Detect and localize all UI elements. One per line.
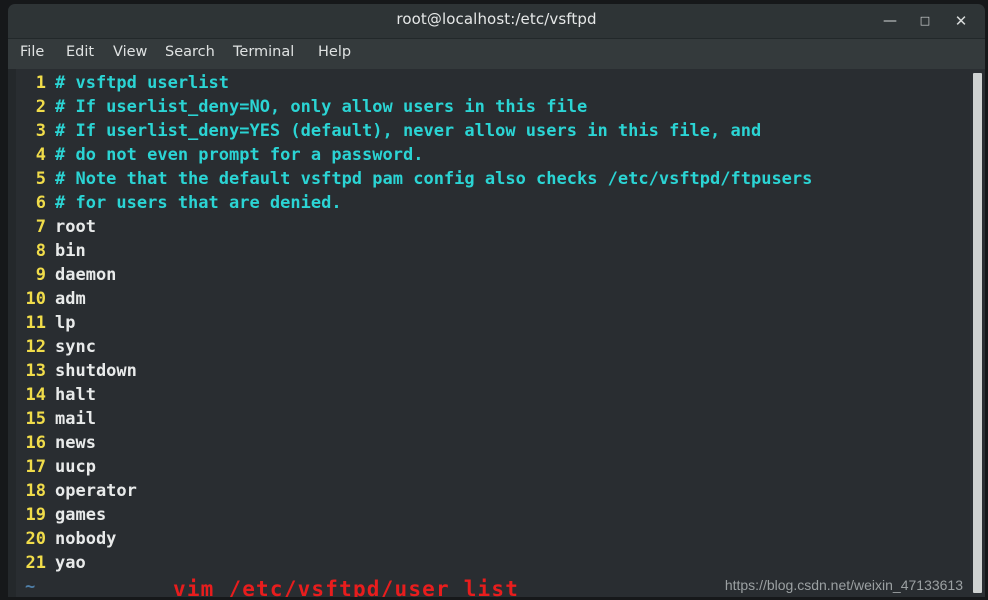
line-text: bin (55, 241, 86, 261)
editor-line: 6 # for users that are denied. (16, 191, 969, 215)
maximize-icon[interactable]: □ (914, 10, 936, 32)
line-number: 21 (25, 553, 46, 573)
editor-line: 19 games (16, 503, 969, 527)
editor-line: 21 yao (16, 551, 969, 575)
line-number: 5 (35, 169, 46, 189)
line-number: 12 (25, 337, 46, 357)
empty-line-marker: ~ (25, 577, 36, 597)
line-text: root (55, 217, 96, 237)
scrollbar-thumb[interactable] (973, 73, 982, 593)
minimize-icon[interactable]: — (879, 10, 901, 32)
line-number: 6 (35, 193, 46, 213)
editor-line: 3 # If userlist_deny=YES (default), never… (16, 119, 969, 143)
line-number: 2 (35, 97, 46, 117)
editor-line: 9 daemon (16, 263, 969, 287)
editor-line: 13 shutdown (16, 359, 969, 383)
editor-line: 11 lp (16, 311, 969, 335)
editor-line: 1 # vsftpd userlist (16, 71, 969, 95)
line-text: uucp (55, 457, 96, 477)
line-number: 17 (25, 457, 46, 477)
close-icon[interactable]: ✕ (950, 10, 972, 32)
line-number: 4 (35, 145, 46, 165)
line-number: 15 (25, 409, 46, 429)
menu-item-terminal[interactable]: Terminal (233, 44, 294, 60)
line-text: operator (55, 481, 137, 501)
menu-item-file[interactable]: File (20, 44, 44, 60)
editor-line: 17 uucp (16, 455, 969, 479)
editor-line: 4 # do not even prompt for a password. (16, 143, 969, 167)
line-number: 3 (35, 121, 46, 141)
line-text: news (55, 433, 96, 453)
line-number: 11 (25, 313, 46, 333)
line-text: # vsftpd userlist (55, 73, 229, 93)
editor-line: 7 root (16, 215, 969, 239)
watermark-text: https://blog.csdn.net/weixin_47133613 (724, 577, 963, 593)
terminal-content[interactable]: 1 # vsftpd userlist 2 # If userlist_deny=NO… (8, 69, 985, 597)
line-number: 19 (25, 505, 46, 525)
line-text: # If userlist_deny=NO, only allow users … (55, 97, 588, 117)
line-text: # do not even prompt for a password. (55, 145, 424, 165)
line-number: 14 (25, 385, 46, 405)
line-text: # Note that the default vsftpd pam confi… (55, 169, 813, 189)
line-text: games (55, 505, 107, 525)
scrollbar[interactable] (970, 69, 985, 597)
line-number: 10 (25, 289, 46, 309)
line-number: 16 (25, 433, 46, 453)
window-title: root@localhost:/etc/vsftpd (396, 10, 597, 28)
editor-line: 2 # If userlist_deny=NO, only allow users… (16, 95, 969, 119)
menu-item-view[interactable]: View (113, 44, 147, 60)
menu-bar: File Edit View Search Terminal Help (8, 39, 985, 70)
editor-line: 16 news (16, 431, 969, 455)
line-text: shutdown (55, 361, 137, 381)
command-annotation: vim /etc/vsftpd/user_list (173, 577, 520, 597)
line-number: 13 (25, 361, 46, 381)
line-number: 1 (35, 73, 46, 93)
line-text: adm (55, 289, 86, 309)
line-number: 18 (25, 481, 46, 501)
line-number: 8 (35, 241, 46, 261)
editor-line: 12 sync (16, 335, 969, 359)
line-text: sync (55, 337, 96, 357)
line-text: yao (55, 553, 86, 573)
editor-line: 10 adm (16, 287, 969, 311)
menu-item-search[interactable]: Search (165, 44, 215, 60)
line-number: 9 (35, 265, 46, 285)
menu-item-edit[interactable]: Edit (66, 44, 94, 60)
editor-line: 5 # Note that the default vsftpd pam conf… (16, 167, 969, 191)
line-text: nobody (55, 529, 117, 549)
menu-item-help[interactable]: Help (318, 44, 351, 60)
editor-line: 20 nobody (16, 527, 969, 551)
line-text: mail (55, 409, 96, 429)
line-number: 20 (25, 529, 46, 549)
left-edge-strip (8, 69, 16, 597)
editor-line: 15 mail (16, 407, 969, 431)
line-text: lp (55, 313, 76, 333)
line-text: daemon (55, 265, 117, 285)
title-bar: root@localhost:/etc/vsftpd — □ ✕ (8, 4, 985, 39)
editor-line: 8 bin (16, 239, 969, 263)
editor-buffer: 1 # vsftpd userlist 2 # If userlist_deny=NO… (16, 71, 969, 597)
editor-line: 14 halt (16, 383, 969, 407)
terminal-window: root@localhost:/etc/vsftpd — □ ✕ File Ed… (0, 0, 988, 600)
editor-line: 18 operator (16, 479, 969, 503)
line-text: halt (55, 385, 96, 405)
line-text: # for users that are denied. (55, 193, 342, 213)
line-text: # If userlist_deny=YES (default), never … (55, 121, 762, 141)
line-number: 7 (35, 217, 46, 237)
